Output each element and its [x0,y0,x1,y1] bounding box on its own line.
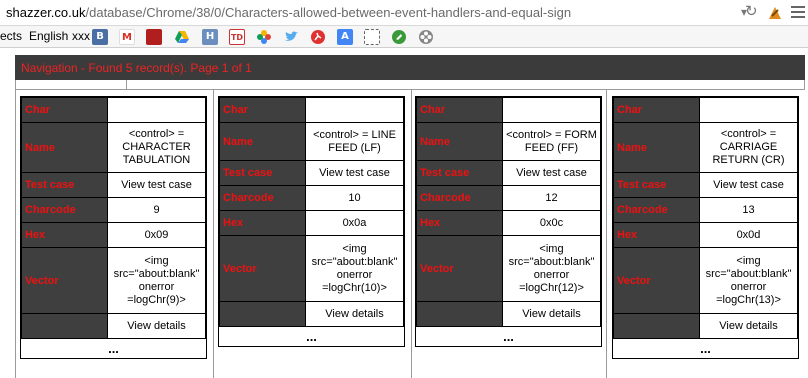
h-icon[interactable]: H [202,29,218,45]
view-test-case-link[interactable]: View test case [699,172,798,198]
url-text[interactable]: shazzer.co.uk/database/Chrome/38/0/Chara… [6,5,571,20]
name-label: Name [21,122,108,173]
vector-label: Vector [21,247,108,314]
char-value [305,97,404,123]
details-spacer [613,313,700,339]
vector-label: Vector [416,235,503,302]
menu-icon[interactable] [791,6,805,18]
url-host: shazzer.co.uk [6,5,86,20]
record-card: Char Name <control> = LINE FEED (LF) Test… [218,96,405,347]
hex-value: 0x09 [107,222,206,248]
vector-label: Vector [219,235,306,302]
details-spacer [21,313,108,339]
char-value [502,97,601,123]
name-label: Name [219,122,306,161]
record-card: Char Name <control> = CARRIAGE RETURN (CR… [612,96,799,359]
book-icon[interactable] [146,29,162,45]
hex-label: Hex [613,222,700,248]
test-case-label: Test case [219,160,306,186]
vector-value: <img src="about:blank" onerror =logChr(1… [699,247,798,314]
charcode-value: 12 [502,185,601,211]
flower-icon[interactable] [256,29,272,45]
record-card: Char Name <control> = FORM FEED (FF) Test… [415,96,602,347]
charcode-value: 13 [699,197,798,223]
charcode-label: Charcode [613,197,700,223]
vector-value: <img src="about:blank" onerror =logChr(1… [502,235,601,302]
view-test-case-link[interactable]: View test case [502,160,601,186]
test-case-label: Test case [21,172,108,198]
bookmark-english[interactable]: English [29,29,68,43]
details-spacer [219,301,306,327]
record-card: Char Name <control> = CHARACTER TABULATIO… [20,96,207,359]
b-icon[interactable]: B [92,29,108,45]
test-case-label: Test case [416,160,503,186]
twitter-icon[interactable] [283,29,299,45]
navigation-bar: Navigation - Found 5 record(s). Page 1 o… [15,55,805,80]
bookmark-partial[interactable]: ects [0,29,22,43]
name-value: <control> = CHARACTER TABULATION [107,122,206,173]
more-indicator[interactable]: ... [21,339,206,358]
view-details-link[interactable]: View details [502,301,601,327]
url-path: /database/Chrome/38/0/Characters-allowed… [85,5,572,20]
drive-icon[interactable] [174,29,190,45]
hex-label: Hex [416,210,503,236]
view-test-case-link[interactable]: View test case [107,172,206,198]
char-label: Char [21,97,108,123]
charcode-label: Charcode [21,197,108,223]
char-value [107,97,206,123]
hex-label: Hex [219,210,306,236]
address-bar[interactable]: shazzer.co.uk/database/Chrome/38/0/Chara… [0,0,808,26]
name-value: <control> = CARRIAGE RETURN (CR) [699,122,798,173]
bookmarks-bar: ects English xxx B M H TD A [0,26,808,48]
char-value [699,97,798,123]
charcode-label: Charcode [416,185,503,211]
char-label: Char [613,97,700,123]
hex-value: 0x0a [305,210,404,236]
square-icon[interactable] [364,29,380,45]
view-details-link[interactable]: View details [699,313,798,339]
vector-value: <img src="about:blank" onerror =logChr(1… [305,235,404,302]
navigation-strip [15,80,805,90]
reel-icon[interactable] [418,29,434,45]
charcode-value: 10 [305,185,404,211]
more-indicator[interactable]: ... [219,327,404,346]
test-case-label: Test case [613,172,700,198]
green-icon[interactable] [391,29,407,45]
hex-value: 0x0d [699,222,798,248]
cell-separator [606,90,607,378]
vector-label: Vector [613,247,700,314]
translate-icon[interactable]: A [337,29,353,45]
bookmark-xxx[interactable]: xxx [72,29,90,43]
cell-separator [411,90,412,378]
td-icon[interactable]: TD [229,29,245,45]
details-spacer [416,301,503,327]
hex-value: 0x0c [502,210,601,236]
extension-icon[interactable] [766,4,784,22]
name-value: <control> = LINE FEED (LF) [305,122,404,161]
char-label: Char [219,97,306,123]
more-indicator[interactable]: ... [613,339,798,358]
name-label: Name [416,122,503,161]
char-label: Char [416,97,503,123]
charcode-label: Charcode [219,185,306,211]
name-label: Name [613,122,700,173]
vector-value: <img src="about:blank" onerror =logChr(9… [107,247,206,314]
view-details-link[interactable]: View details [107,313,206,339]
charcode-value: 9 [107,197,206,223]
name-value: <control> = FORM FEED (FF) [502,122,601,161]
navigation-text: Navigation - Found 5 record(s). Page 1 o… [21,61,252,75]
cell-separator [213,90,214,378]
hex-label: Hex [21,222,108,248]
view-details-link[interactable]: View details [305,301,404,327]
more-indicator[interactable]: ... [416,327,601,346]
runner-icon[interactable] [310,29,326,45]
reload-icon[interactable]: ↻ [745,2,758,20]
gmail-icon[interactable]: M [119,29,135,45]
view-test-case-link[interactable]: View test case [305,160,404,186]
